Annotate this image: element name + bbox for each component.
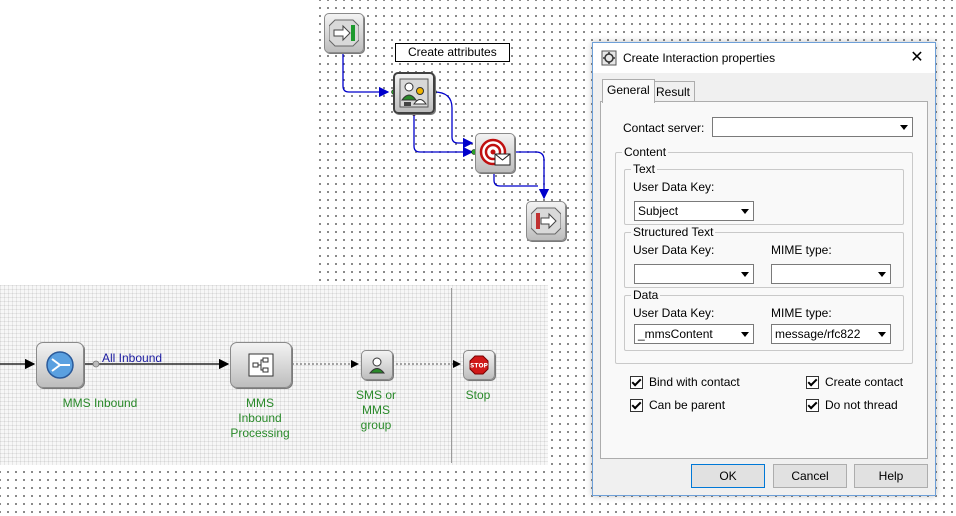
chevron-down-icon[interactable] — [737, 266, 752, 282]
exit-node[interactable] — [526, 201, 566, 241]
create-attributes-tag: Create attributes — [395, 43, 510, 62]
structured-mime-label: MIME type: — [771, 243, 832, 257]
connector-entry-to-attributes — [342, 51, 390, 98]
do-not-thread-checkbox[interactable]: Do not thread — [806, 398, 898, 412]
create-contact-checkbox[interactable]: Create contact — [806, 375, 903, 389]
text-user-data-key-label: User Data Key: — [633, 180, 715, 194]
structured-text-legend: Structured Text — [631, 225, 716, 239]
ok-button[interactable]: OK — [691, 464, 765, 488]
data-user-data-key-label: User Data Key: — [633, 306, 715, 320]
chevron-down-icon[interactable] — [896, 119, 911, 135]
stop-sign-icon: STOP — [469, 355, 489, 375]
do-not-thread-label: Do not thread — [825, 398, 898, 412]
checkbox-checked-icon[interactable] — [806, 375, 819, 389]
bind-with-contact-checkbox[interactable]: Bind with contact — [630, 375, 740, 389]
stop-sign-text: STOP — [470, 363, 489, 370]
mms-processing-node[interactable] — [230, 342, 292, 388]
checkbox-checked-icon[interactable] — [630, 398, 643, 412]
structured-user-data-key-label: User Data Key: — [633, 243, 715, 257]
checkbox-checked-icon[interactable] — [630, 375, 643, 389]
data-legend: Data — [631, 288, 661, 302]
dialog-title: Create Interaction properties — [623, 51, 776, 65]
bind-with-contact-label: Bind with contact — [649, 375, 740, 389]
mms-inbound-label: MMS Inbound — [62, 396, 138, 410]
sms-group-node[interactable] — [361, 350, 393, 380]
content-group: Content Text User Data Key: Subject Stru… — [615, 145, 913, 364]
chevron-down-icon[interactable] — [874, 326, 889, 342]
stop-node[interactable]: STOP — [463, 350, 495, 380]
help-button[interactable]: Help — [854, 464, 928, 488]
data-mime-combo[interactable]: message/rfc822 — [771, 324, 891, 344]
data-user-data-key-combo[interactable]: _mmsContent — [634, 324, 754, 344]
mms-inbound-node[interactable] — [36, 342, 84, 388]
create-email-node[interactable] — [475, 133, 515, 173]
mms-processing-label: MMS Inbound Processing — [230, 396, 290, 440]
connector-attributes-down — [413, 114, 474, 158]
entry-arrow-icon — [329, 19, 359, 47]
chevron-down-icon[interactable] — [737, 203, 752, 219]
checkbox-checked-icon[interactable] — [806, 398, 819, 412]
general-tab-panel: Contact server: Content Text User Data K… — [600, 101, 928, 459]
text-user-data-key-value: Subject — [638, 204, 679, 218]
can-be-parent-label: Can be parent — [649, 398, 726, 412]
inbound-hub-icon — [46, 351, 74, 379]
create-interaction-dialog: Create Interaction properties ✕ General … — [592, 42, 936, 496]
all-inbound-label[interactable]: All Inbound — [102, 351, 162, 365]
exit-arrow-icon — [531, 207, 561, 235]
properties-icon — [601, 50, 617, 66]
data-mime-label: MIME type: — [771, 306, 832, 320]
structured-text-group: Structured Text User Data Key: MIME type… — [624, 225, 904, 288]
text-legend: Text — [631, 162, 658, 176]
content-legend: Content — [622, 145, 669, 159]
contact-server-label: Contact server: — [623, 121, 705, 135]
connector-email-to-exit — [512, 151, 550, 200]
data-mime-value: message/rfc822 — [775, 327, 861, 341]
group-person-icon — [368, 357, 386, 374]
attributes-user-icon — [399, 78, 429, 108]
can-be-parent-checkbox[interactable]: Can be parent — [630, 398, 725, 412]
chevron-down-icon[interactable] — [874, 266, 889, 282]
tab-general[interactable]: General — [602, 79, 655, 103]
connector-attributes-to-email — [433, 91, 474, 149]
entry-node[interactable] — [324, 13, 364, 53]
create-attributes-node[interactable] — [393, 72, 435, 114]
contact-server-combo[interactable] — [712, 117, 913, 137]
structured-user-data-key-combo[interactable] — [634, 264, 754, 284]
subroutine-tree-icon — [248, 353, 274, 377]
create-contact-label: Create contact — [825, 375, 904, 389]
data-user-data-key-value: _mmsContent — [638, 327, 713, 341]
sms-group-label: SMS or MMS group — [355, 388, 396, 432]
email-target-icon — [479, 138, 511, 166]
tab-result[interactable]: Result — [651, 81, 696, 102]
stop-label: Stop — [465, 388, 491, 402]
data-group: Data User Data Key: _mmsContent MIME typ… — [624, 288, 904, 351]
dialog-titlebar[interactable]: Create Interaction properties ✕ — [593, 43, 935, 73]
text-group: Text User Data Key: Subject — [624, 162, 904, 225]
cancel-button[interactable]: Cancel — [773, 464, 847, 488]
structured-mime-combo[interactable] — [771, 264, 891, 284]
connector-email-down — [493, 172, 538, 187]
close-icon[interactable]: ✕ — [907, 48, 927, 68]
chevron-down-icon[interactable] — [737, 326, 752, 342]
text-user-data-key-combo[interactable]: Subject — [634, 201, 754, 221]
